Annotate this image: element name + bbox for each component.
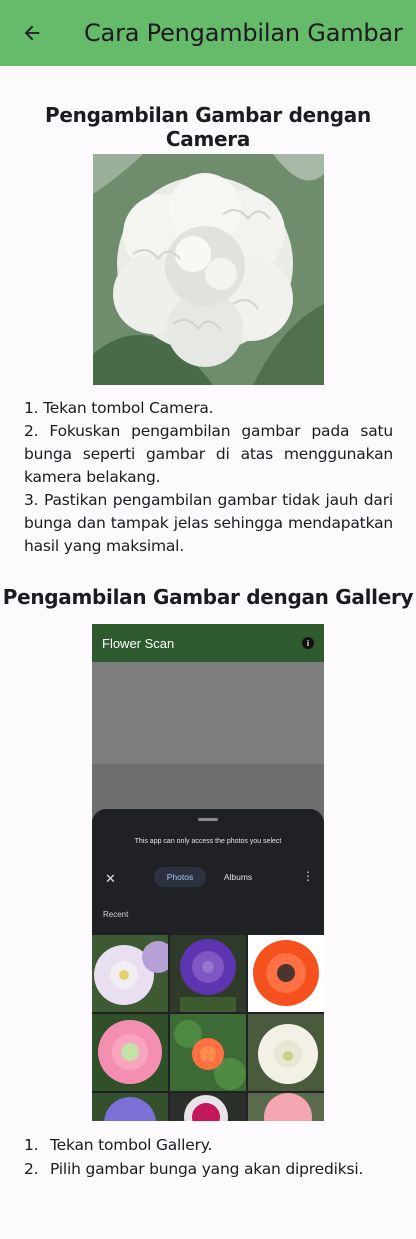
photo-marigold (170, 1014, 246, 1091)
page-title: Cara Pengambilan Gambar (84, 19, 403, 47)
picker-notice: This app can only access the photos you … (134, 838, 282, 845)
info-icon: i (302, 637, 314, 649)
camera-section-title: Pengambilan Gambar dengan Camera (45, 103, 371, 151)
photo-purple-flower (92, 1093, 168, 1121)
arrow-left-icon (24, 25, 40, 41)
gallery-step-2: 2. Pilih gambar bunga yang akan dipredik… (24, 1157, 393, 1181)
gallery-step-2-text: Pilih gambar bunga yang akan diprediksi. (50, 1160, 364, 1178)
camera-step-1: 1. Tekan tombol Camera. (24, 399, 214, 417)
gallery-step-1-number: 1. (24, 1136, 39, 1154)
tab-albums: Albums (223, 872, 253, 882)
screenshot-app-title: Flower Scan (102, 635, 175, 651)
photo-pink-rose (248, 1093, 324, 1121)
camera-step-2: 2. Fokuskan pengambilan gambar pada satu… (24, 422, 393, 486)
recent-label: Recent (103, 910, 129, 919)
camera-step-3: 3. Pastikan pengambilan gambar tidak jau… (24, 491, 393, 555)
back-button[interactable] (0, 0, 64, 66)
photo-aster-white (92, 935, 168, 1012)
close-icon: ✕ (105, 871, 116, 886)
gallery-step-1-text: Tekan tombol Gallery. (50, 1136, 213, 1154)
screenshot-app-bar: Flower Scan i (92, 624, 324, 662)
more-vert-icon: ⋮ (302, 869, 314, 883)
gallery-example-screenshot: Flower Scan i This app can only access t… (92, 624, 324, 1121)
photo-lisianthus (248, 1014, 324, 1091)
screenshot-body (92, 662, 324, 764)
gallery-step-1: 1. Tekan tombol Gallery. (24, 1133, 393, 1157)
photo-aster-purple (170, 935, 246, 1012)
photo-picker-sheet: This app can only access the photos you … (92, 809, 324, 1121)
gallery-step-2-number: 2. (24, 1160, 39, 1178)
app-bar: Cara Pengambilan Gambar (0, 0, 416, 66)
tab-photos: Photos (154, 867, 206, 887)
photo-gerbera-pink (92, 1014, 168, 1091)
gallery-steps: 1. Tekan tombol Gallery. 2. Pilih gambar… (24, 1133, 393, 1181)
gallery-section-title: Pengambilan Gambar dengan Gallery (2, 585, 414, 609)
camera-steps: 1. Tekan tombol Camera. 2. Fokuskan peng… (24, 397, 393, 558)
camera-example-image (93, 154, 324, 385)
sheet-handle (198, 818, 218, 821)
photo-gerbera-orange (248, 935, 324, 1012)
photo-carnation-red (170, 1093, 246, 1121)
